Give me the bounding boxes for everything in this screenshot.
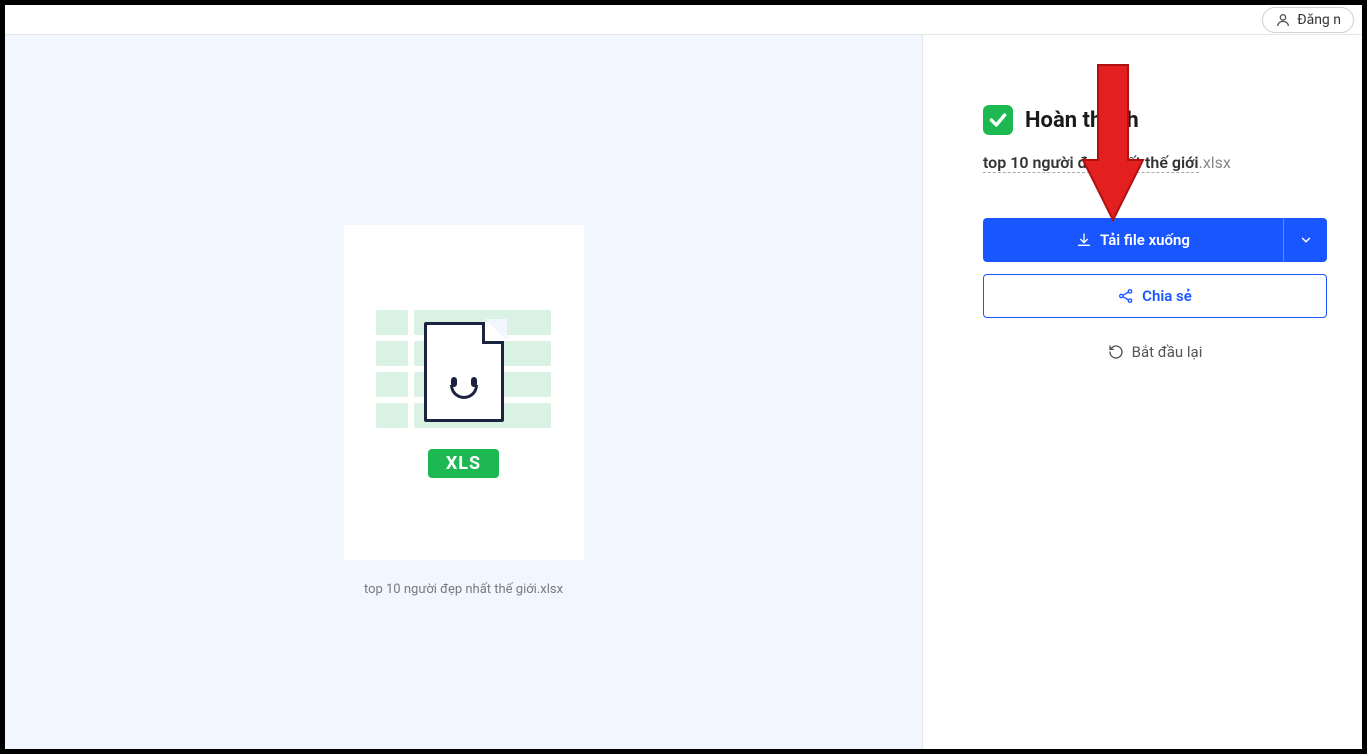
login-button[interactable]: Đăng n bbox=[1262, 7, 1354, 33]
file-smiley-icon bbox=[424, 322, 504, 422]
restart-label: Bắt đầu lại bbox=[1132, 343, 1203, 361]
restart-icon bbox=[1108, 344, 1124, 360]
annotation-arrow-icon bbox=[1078, 60, 1148, 230]
filename-ext: .xlsx bbox=[1199, 153, 1231, 172]
xls-badge: XLS bbox=[428, 449, 499, 478]
chevron-down-icon bbox=[1299, 233, 1313, 247]
login-label: Đăng n bbox=[1297, 12, 1341, 28]
status-row: Hoàn thành bbox=[983, 105, 1327, 135]
preview-panel: XLS top 10 người đẹp nhất thế giới.xlsx bbox=[5, 35, 922, 749]
share-label: Chia sẻ bbox=[1142, 287, 1192, 305]
share-button[interactable]: Chia sẻ bbox=[983, 274, 1327, 318]
xls-illustration: XLS bbox=[376, 307, 551, 478]
success-check-icon bbox=[983, 105, 1013, 135]
download-dropdown-button[interactable] bbox=[1283, 218, 1327, 262]
restart-button[interactable]: Bắt đầu lại bbox=[983, 330, 1327, 374]
output-filename[interactable]: top 10 người đẹp nhất thế giới.xlsx bbox=[983, 153, 1327, 176]
download-button[interactable]: Tải file xuống bbox=[983, 218, 1283, 262]
preview-filename: top 10 người đẹp nhất thế giới.xlsx bbox=[364, 582, 563, 597]
header-bar: Đăng n bbox=[5, 5, 1362, 35]
user-icon bbox=[1275, 12, 1291, 28]
download-icon bbox=[1076, 232, 1092, 248]
status-label: Hoàn thành bbox=[1025, 108, 1139, 133]
filename-base: top 10 người đẹp nhất thế giới bbox=[983, 153, 1199, 173]
actions-panel: Hoàn thành top 10 người đẹp nhất thế giớ… bbox=[922, 35, 1362, 749]
share-icon bbox=[1118, 288, 1134, 304]
download-label: Tải file xuống bbox=[1100, 231, 1190, 249]
file-preview-card[interactable]: XLS bbox=[344, 225, 584, 560]
